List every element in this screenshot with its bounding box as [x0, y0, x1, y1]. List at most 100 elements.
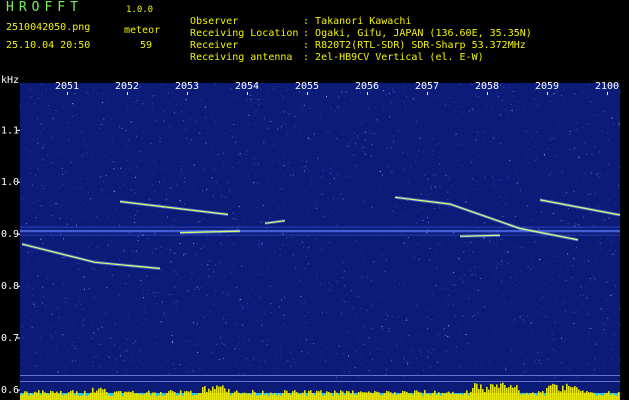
- level-bar: [20, 394, 22, 400]
- x-tick-mark: [187, 92, 188, 95]
- level-bar: [262, 390, 264, 400]
- level-bar: [372, 393, 374, 400]
- level-bar: [410, 393, 412, 400]
- level-bar: [64, 394, 66, 400]
- level-bar: [560, 391, 562, 400]
- level-bar: [276, 395, 278, 400]
- level-bar: [430, 394, 432, 400]
- level-bar: [44, 392, 46, 400]
- level-bar: [610, 395, 612, 400]
- x-tick-label: 2052: [115, 81, 139, 92]
- level-bar: [348, 391, 350, 400]
- x-tick-label: 2055: [295, 81, 319, 92]
- level-bar: [504, 385, 506, 400]
- level-bar: [496, 384, 498, 400]
- level-bar: [346, 390, 348, 400]
- x-tick-label: 2100: [595, 81, 619, 92]
- level-bar: [360, 391, 362, 400]
- level-bar: [516, 385, 518, 400]
- reference-line: [20, 381, 620, 382]
- level-bar: [194, 394, 196, 400]
- level-bar: [186, 391, 188, 400]
- level-bar: [594, 393, 596, 400]
- level-bar: [136, 393, 138, 400]
- level-bar: [446, 392, 448, 400]
- y-tick-mark: [17, 389, 20, 391]
- level-bar: [124, 391, 126, 400]
- level-bar: [374, 391, 376, 400]
- level-bar: [316, 390, 318, 400]
- level-bar: [76, 391, 78, 400]
- level-bar: [468, 395, 470, 400]
- level-bar: [218, 386, 220, 400]
- level-bar: [526, 392, 528, 400]
- level-bar: [50, 390, 52, 400]
- level-bar: [520, 394, 522, 400]
- level-bar: [334, 390, 336, 400]
- level-bar: [310, 390, 312, 400]
- y-tick-mark: [17, 233, 20, 235]
- level-bar: [612, 393, 614, 400]
- app-title: HROFFT: [6, 0, 83, 15]
- level-bar: [126, 391, 128, 400]
- level-bar: [232, 393, 234, 400]
- level-bar: [266, 393, 268, 400]
- level-bar: [490, 383, 492, 400]
- info-separator: :: [303, 52, 310, 63]
- level-bar: [376, 391, 378, 400]
- level-bar: [296, 392, 298, 400]
- level-bar: [148, 390, 150, 400]
- level-bar: [68, 392, 70, 400]
- level-bar: [298, 393, 300, 400]
- level-bar: [552, 383, 554, 400]
- level-bar: [596, 396, 598, 400]
- level-bar: [314, 394, 316, 400]
- level-bar: [100, 387, 102, 400]
- level-bar: [418, 391, 420, 400]
- level-bar: [400, 393, 402, 400]
- level-bar: [58, 393, 60, 400]
- level-bar: [324, 394, 326, 400]
- level-bar: [466, 390, 468, 400]
- level-bar: [428, 393, 430, 400]
- level-bar: [480, 384, 482, 400]
- level-bar: [304, 390, 306, 400]
- level-bar: [222, 385, 224, 400]
- level-bar: [584, 392, 586, 400]
- level-bar: [278, 394, 280, 400]
- level-bar: [476, 383, 478, 400]
- level-bar: [356, 395, 358, 400]
- level-bar: [162, 395, 164, 400]
- level-bar: [486, 386, 488, 400]
- level-bar: [210, 390, 212, 400]
- level-bar: [84, 390, 86, 400]
- x-tick-mark: [367, 92, 368, 95]
- level-bar: [236, 390, 238, 400]
- carrier-band: [20, 234, 620, 236]
- app-version: 1.0.0: [126, 5, 154, 15]
- level-bar: [370, 392, 372, 400]
- level-bar: [48, 394, 50, 400]
- level-bar: [396, 394, 398, 400]
- level-bar: [244, 392, 246, 400]
- level-bar: [206, 391, 208, 400]
- level-bar: [432, 392, 434, 400]
- level-bar: [198, 393, 200, 400]
- level-bar: [474, 383, 476, 400]
- level-bar: [412, 394, 414, 400]
- level-bar: [592, 392, 594, 400]
- level-bar: [302, 392, 304, 400]
- level-bar: [514, 387, 516, 400]
- level-bar: [62, 395, 64, 400]
- level-bar: [92, 387, 94, 400]
- level-bar: [354, 394, 356, 400]
- level-bar: [456, 394, 458, 400]
- level-bar: [462, 395, 464, 400]
- level-bar: [478, 389, 480, 400]
- level-bar: [518, 390, 520, 400]
- level-bar: [390, 392, 392, 400]
- level-bar: [336, 392, 338, 400]
- level-bar: [128, 391, 130, 400]
- level-bar: [470, 391, 472, 400]
- level-bar: [192, 395, 194, 400]
